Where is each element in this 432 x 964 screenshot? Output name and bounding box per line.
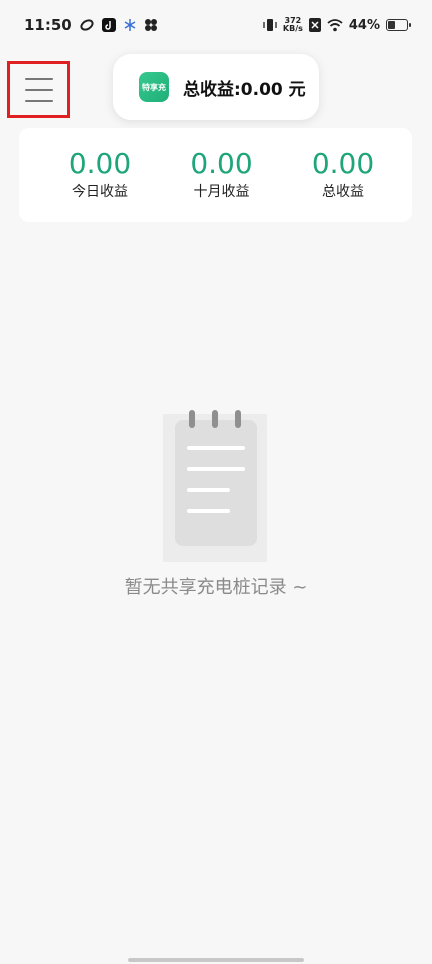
menu-button[interactable] (7, 61, 70, 118)
status-time: 11:50 (24, 16, 72, 34)
battery-percent: 44% (348, 17, 380, 33)
empty-state-message: 暂无共享充电桩记录 ~ (124, 577, 308, 598)
status-left: 11:50 (24, 16, 158, 34)
stat-value: 0.00 (190, 147, 253, 180)
notepad-icon (163, 410, 267, 562)
pinwheel-icon (144, 19, 157, 31)
stat-today: 0.00 今日收益 (45, 149, 155, 201)
app-notification-icon (80, 19, 94, 31)
net-speed-unit: KB/s (282, 24, 303, 33)
hamburger-menu-icon-line (24, 99, 53, 102)
wifi-icon (327, 18, 343, 31)
no-sim-icon (308, 18, 321, 32)
vibrate-icon (263, 19, 277, 31)
status-right: 372 KB/s 44% (263, 17, 411, 33)
stat-value: 0.00 (311, 147, 375, 180)
stat-month: 0.00 十月收益 (167, 149, 277, 201)
total-earnings-text: 总收益:0.00 元 (183, 79, 306, 100)
stat-value: 0.00 (68, 147, 132, 180)
hamburger-menu-icon (24, 77, 53, 80)
snowflake-icon (124, 19, 136, 31)
tiktok-icon (101, 18, 116, 32)
home-indicator[interactable] (128, 958, 304, 962)
stat-label: 十月收益 (193, 184, 250, 200)
stat-label: 今日收益 (72, 184, 128, 200)
battery-fill (388, 21, 396, 29)
battery-icon (386, 19, 411, 31)
status-bar: 11:50 372 KB/s 44% (0, 0, 432, 50)
stat-label: 总收益 (322, 184, 364, 200)
stats-card: 0.00 今日收益 0.00 十月收益 0.00 总收益 (19, 128, 412, 222)
app-logo: 特享充 (139, 72, 169, 102)
stat-total: 0.00 总收益 (288, 149, 398, 201)
hamburger-menu-icon-line (24, 88, 53, 91)
net-speed: 372 KB/s (283, 17, 303, 33)
total-earnings-pill: 特享充 总收益:0.00 元 (113, 54, 319, 120)
